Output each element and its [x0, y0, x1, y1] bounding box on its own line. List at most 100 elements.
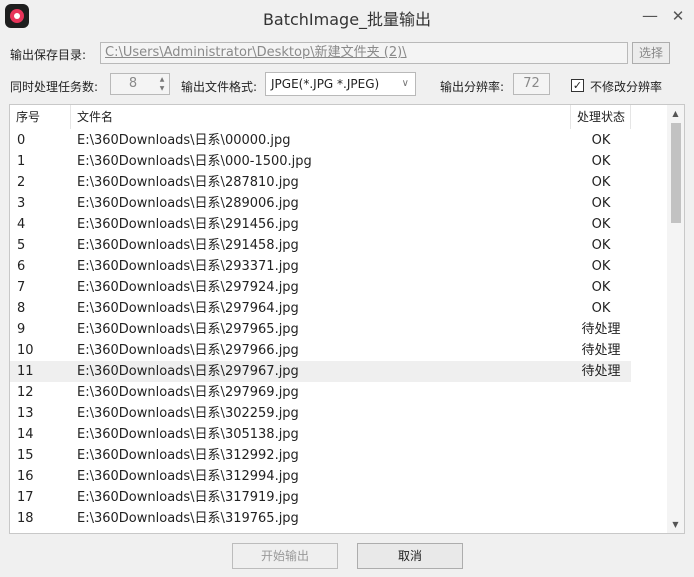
table-row[interactable]: 4 E:\360Downloads\日系\291456.jpg OK: [10, 214, 668, 235]
row-status: OK: [591, 280, 611, 295]
tasks-value: 8: [128, 76, 138, 91]
row-index: 17: [17, 490, 34, 505]
table-row[interactable]: 0 E:\360Downloads\日系\00000.jpg OK: [10, 130, 668, 151]
browse-button[interactable]: 选择: [632, 42, 670, 64]
table-row[interactable]: 12 E:\360Downloads\日系\297969.jpg: [10, 382, 668, 403]
row-status: OK: [591, 301, 611, 316]
table-row[interactable]: 13 E:\360Downloads\日系\302259.jpg: [10, 403, 668, 424]
row-status: OK: [591, 217, 611, 232]
column-header-name[interactable]: 文件名: [71, 105, 571, 129]
cancel-button[interactable]: 取消: [357, 543, 463, 569]
row-file-name: E:\360Downloads\日系\297964.jpg: [77, 301, 299, 316]
vertical-scrollbar[interactable]: ▲ ▼: [667, 105, 684, 533]
row-file-name: E:\360Downloads\日系\291458.jpg: [77, 238, 299, 253]
row-file-name: E:\360Downloads\日系\317919.jpg: [77, 490, 299, 505]
row-file-name: E:\360Downloads\日系\312994.jpg: [77, 469, 299, 484]
tasks-label: 同时处理任务数:: [10, 80, 99, 94]
row-file-name: E:\360Downloads\日系\297965.jpg: [77, 322, 299, 337]
table-row[interactable]: 9 E:\360Downloads\日系\297965.jpg 待处理: [10, 319, 668, 340]
row-file-name: E:\360Downloads\日系\291456.jpg: [77, 217, 299, 232]
row-file-name: E:\360Downloads\日系\297924.jpg: [77, 280, 299, 295]
row-index: 0: [17, 133, 26, 148]
row-index: 12: [17, 385, 34, 400]
chevron-up-icon[interactable]: ▲: [157, 75, 167, 84]
table-row[interactable]: 7 E:\360Downloads\日系\297924.jpg OK: [10, 277, 668, 298]
output-dir-field[interactable]: C:\Users\Administrator\Desktop\新建文件夹 (2)…: [100, 42, 628, 64]
table-row[interactable]: 14 E:\360Downloads\日系\305138.jpg: [10, 424, 668, 445]
table-row[interactable]: 2 E:\360Downloads\日系\287810.jpg OK: [10, 172, 668, 193]
row-file-name: E:\360Downloads\日系\305138.jpg: [77, 427, 299, 442]
table-row[interactable]: 10 E:\360Downloads\日系\297966.jpg 待处理: [10, 340, 668, 361]
row-status: OK: [591, 238, 611, 253]
chevron-down-icon[interactable]: ▼: [157, 84, 167, 93]
row-file-name: E:\360Downloads\日系\297969.jpg: [77, 385, 299, 400]
minimize-button[interactable]: —: [640, 6, 660, 26]
row-index: 14: [17, 427, 34, 442]
table-row[interactable]: 18 E:\360Downloads\日系\319765.jpg: [10, 508, 668, 529]
row-file-name: E:\360Downloads\日系\319765.jpg: [77, 511, 299, 526]
format-value: JPGE(*.JPG *.JPEG): [271, 77, 380, 91]
table-row[interactable]: 8 E:\360Downloads\日系\297964.jpg OK: [10, 298, 668, 319]
arrow-up-icon[interactable]: ▲: [667, 105, 684, 122]
tasks-stepper[interactable]: 8 ▲ ▼: [110, 73, 170, 95]
table-row[interactable]: 3 E:\360Downloads\日系\289006.jpg OK: [10, 193, 668, 214]
row-index: 10: [17, 343, 34, 358]
row-index: 4: [17, 217, 26, 232]
row-status: 待处理: [581, 343, 621, 358]
table-row[interactable]: 11 E:\360Downloads\日系\297967.jpg 待处理: [10, 361, 631, 382]
table-row[interactable]: 17 E:\360Downloads\日系\317919.jpg: [10, 487, 668, 508]
window-title: BatchImage_批量输出: [262, 10, 432, 29]
row-file-name: E:\360Downloads\日系\289006.jpg: [77, 196, 299, 211]
row-status: 待处理: [581, 364, 621, 379]
scroll-thumb[interactable]: [671, 123, 681, 223]
row-index: 16: [17, 469, 34, 484]
row-index: 7: [17, 280, 26, 295]
row-file-name: E:\360Downloads\日系\000-1500.jpg: [77, 154, 312, 169]
list-header: 序号 文件名 处理状态: [10, 105, 668, 129]
close-button[interactable]: ✕: [668, 6, 688, 26]
column-header-status[interactable]: 处理状态: [571, 105, 631, 129]
table-row[interactable]: 15 E:\360Downloads\日系\312992.jpg: [10, 445, 668, 466]
table-row[interactable]: 1 E:\360Downloads\日系\000-1500.jpg OK: [10, 151, 668, 172]
row-index: 6: [17, 259, 26, 274]
row-index: 9: [17, 322, 26, 337]
row-status: OK: [591, 154, 611, 169]
format-label: 输出文件格式:: [181, 80, 258, 94]
row-status: 待处理: [581, 322, 621, 337]
resolution-label: 输出分辨率:: [440, 80, 505, 94]
row-file-name: E:\360Downloads\日系\293371.jpg: [77, 259, 299, 274]
row-file-name: E:\360Downloads\日系\00000.jpg: [77, 133, 291, 148]
row-file-name: E:\360Downloads\日系\302259.jpg: [77, 406, 299, 421]
list-rows: 0 E:\360Downloads\日系\00000.jpg OK 1 E:\360Do…: [10, 130, 668, 529]
chevron-down-icon: ∨: [401, 78, 409, 89]
format-select[interactable]: JPGE(*.JPG *.JPEG) ∨: [265, 72, 416, 96]
row-index: 3: [17, 196, 26, 211]
row-index: 1: [17, 154, 26, 169]
row-status: OK: [591, 175, 611, 190]
row-index: 11: [17, 364, 34, 379]
row-status: OK: [591, 259, 611, 274]
row-status: OK: [591, 133, 611, 148]
keep-resolution-checkbox[interactable]: ✓: [571, 79, 584, 92]
file-list[interactable]: 序号 文件名 处理状态 0 E:\360Downloads\日系\00000.jp…: [9, 104, 685, 534]
table-row[interactable]: 16 E:\360Downloads\日系\312994.jpg: [10, 466, 668, 487]
checkmark-icon: ✓: [572, 79, 583, 92]
row-index: 5: [17, 238, 26, 253]
row-file-name: E:\360Downloads\日系\297967.jpg: [77, 364, 299, 379]
row-file-name: E:\360Downloads\日系\297966.jpg: [77, 343, 299, 358]
output-dir-label: 输出保存目录:: [10, 48, 87, 62]
title-bar: BatchImage_批量输出 — ✕: [0, 0, 694, 34]
column-header-index[interactable]: 序号: [10, 105, 71, 129]
start-output-button[interactable]: 开始输出: [232, 543, 338, 569]
table-row[interactable]: 6 E:\360Downloads\日系\293371.jpg OK: [10, 256, 668, 277]
row-index: 2: [17, 175, 26, 190]
row-index: 18: [17, 511, 34, 526]
arrow-down-icon[interactable]: ▼: [667, 516, 684, 533]
row-index: 8: [17, 301, 26, 316]
keep-resolution-label: 不修改分辨率: [590, 80, 663, 94]
row-file-name: E:\360Downloads\日系\312992.jpg: [77, 448, 299, 463]
row-index: 13: [17, 406, 34, 421]
table-row[interactable]: 5 E:\360Downloads\日系\291458.jpg OK: [10, 235, 668, 256]
row-index: 15: [17, 448, 34, 463]
resolution-field[interactable]: 72: [513, 73, 550, 95]
